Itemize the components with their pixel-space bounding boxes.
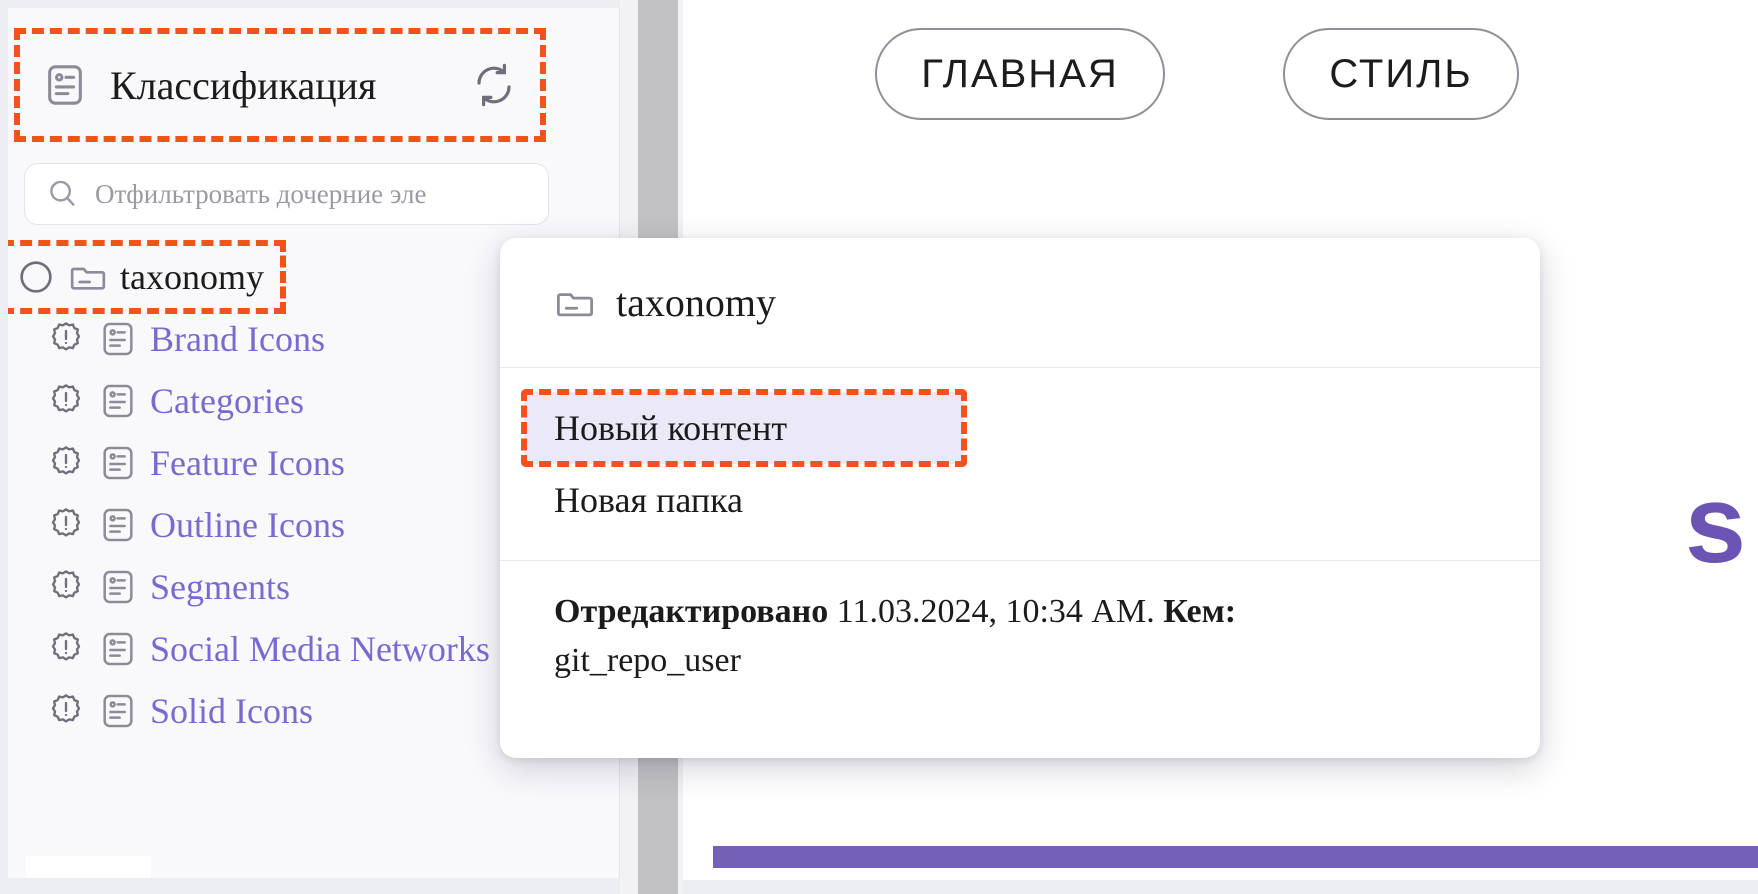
tree-item-label: Categories bbox=[150, 381, 304, 421]
search-input[interactable] bbox=[93, 177, 528, 211]
tree-item-label: Feature Icons bbox=[150, 443, 345, 483]
edited-by-user: git_repo_user bbox=[554, 642, 741, 680]
alert-badge-icon bbox=[46, 381, 86, 421]
sidebar-header: Классификация bbox=[14, 28, 546, 142]
tree-item-label: Solid Icons bbox=[150, 691, 314, 731]
alert-badge-icon bbox=[46, 567, 86, 607]
edited-meta: 11.03.2024, 10:34 AM. bbox=[828, 593, 1164, 630]
search-icon bbox=[45, 177, 79, 211]
page-title: Классификация bbox=[110, 62, 377, 108]
glavnaya-button[interactable]: ГЛАВНАЯ bbox=[875, 28, 1165, 120]
popup-menu-items: Новый контент Новая папка bbox=[500, 368, 1540, 561]
document-list-icon bbox=[42, 62, 88, 108]
document-icon bbox=[98, 381, 138, 421]
document-icon bbox=[98, 319, 138, 359]
document-icon bbox=[98, 629, 138, 669]
accent-bar bbox=[713, 846, 1758, 868]
stil-button[interactable]: СТИЛЬ bbox=[1283, 28, 1519, 120]
document-icon bbox=[98, 691, 138, 731]
pill-button-row: ГЛАВНАЯ СТИЛЬ bbox=[683, 28, 1758, 126]
popup-title: taxonomy bbox=[616, 280, 776, 325]
tree-item-label: Outline Icons bbox=[150, 505, 345, 545]
document-icon bbox=[98, 505, 138, 545]
alert-badge-icon bbox=[46, 443, 86, 483]
refresh-icon[interactable] bbox=[470, 61, 518, 109]
tree-item-label: Brand Icons bbox=[150, 319, 325, 359]
alert-badge-icon bbox=[46, 505, 86, 545]
context-menu-popup: taxonomy Новый контент Новая папка Отред… bbox=[500, 238, 1540, 758]
tree-item-label: Social Media Networks bbox=[150, 629, 490, 669]
tree-item-label: taxonomy bbox=[120, 257, 264, 297]
menu-item-new-folder[interactable]: Новая папка bbox=[500, 464, 1540, 536]
popup-header: taxonomy bbox=[500, 238, 1540, 368]
by-label: Кем: bbox=[1163, 593, 1237, 630]
sidebar-bottom-tab bbox=[26, 856, 151, 878]
decorative-letter: s bbox=[1684, 463, 1746, 586]
tree-item-label: Segments bbox=[150, 567, 290, 607]
document-icon bbox=[98, 567, 138, 607]
folder-icon bbox=[68, 257, 108, 297]
alert-badge-icon bbox=[46, 691, 86, 731]
loading-ring-icon bbox=[16, 257, 56, 297]
filter-children-search[interactable] bbox=[24, 163, 549, 225]
app-root: Классификация Отфильтровать дочерние эле… bbox=[0, 0, 1758, 894]
tree-item-taxonomy[interactable]: taxonomy bbox=[8, 240, 286, 314]
popup-footer: Отредактировано 11.03.2024, 10:34 AM. Ке… bbox=[500, 561, 1540, 686]
edited-label: Отредактировано bbox=[554, 593, 829, 630]
alert-badge-icon bbox=[46, 629, 86, 669]
menu-item-new-content[interactable]: Новый контент bbox=[521, 389, 967, 467]
folder-icon bbox=[554, 282, 596, 324]
alert-badge-icon bbox=[46, 319, 86, 359]
document-icon bbox=[98, 443, 138, 483]
